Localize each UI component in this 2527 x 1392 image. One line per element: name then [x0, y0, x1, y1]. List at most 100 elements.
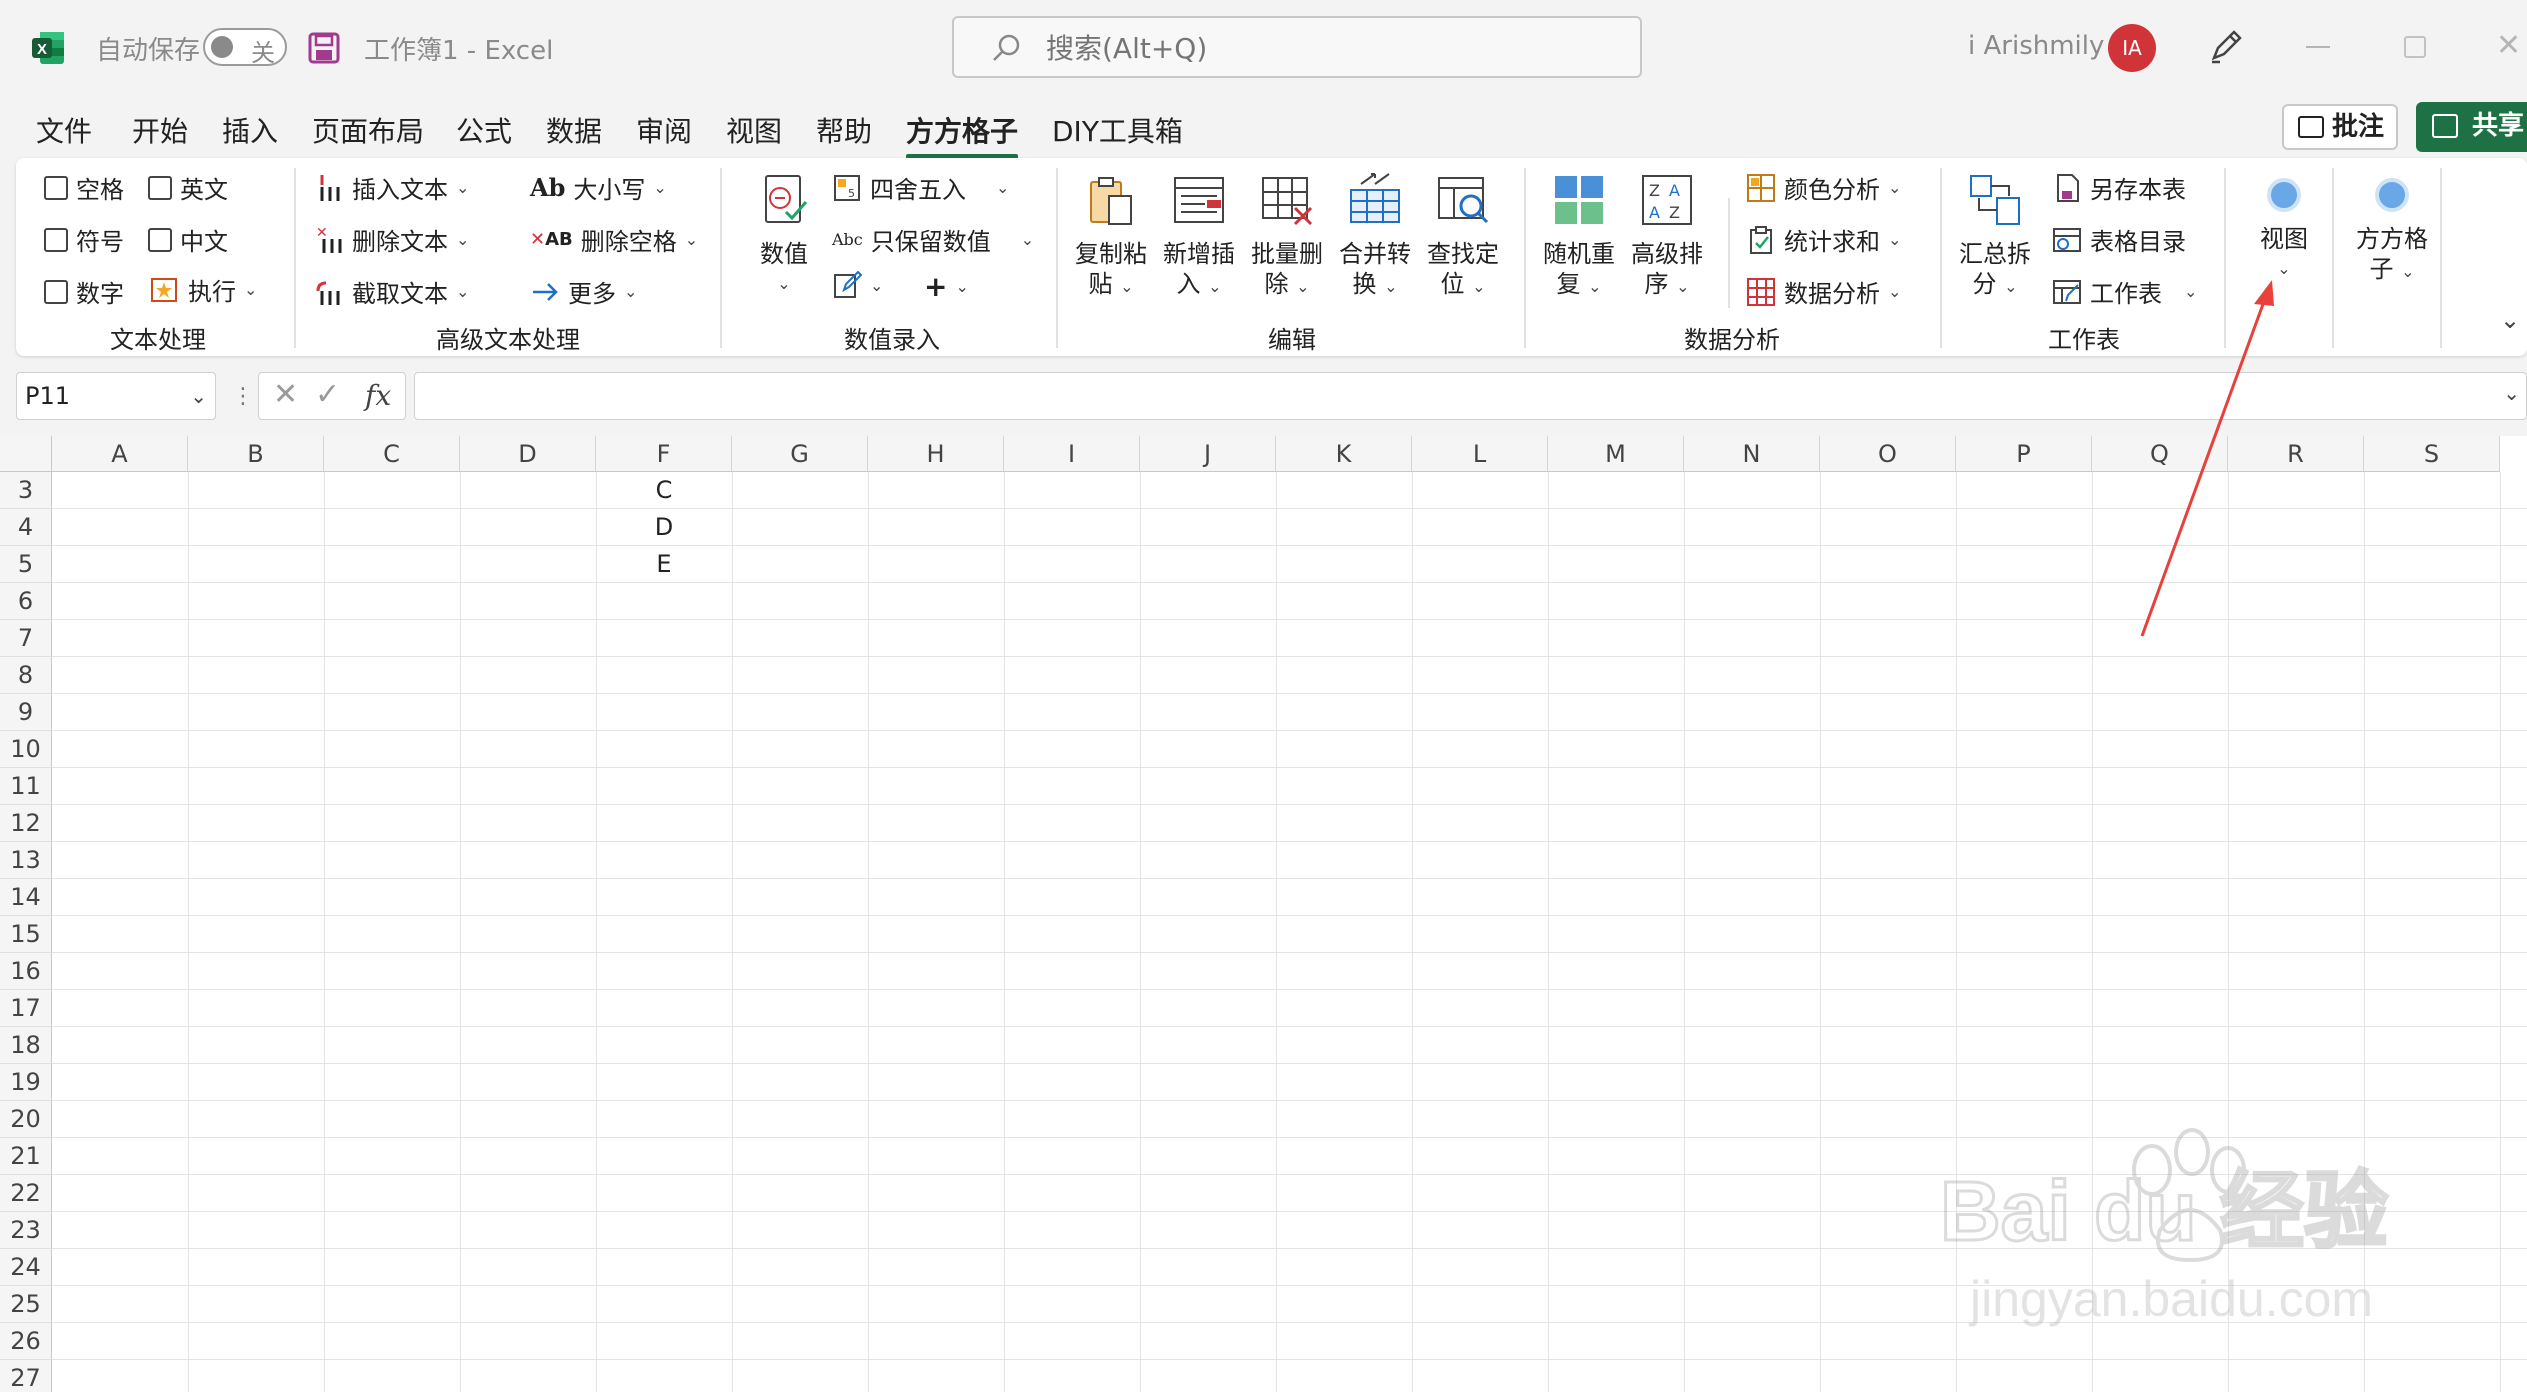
search-box[interactable] — [952, 16, 1642, 78]
tab-ffgz[interactable]: 方方格子 — [906, 110, 1019, 159]
user-name[interactable]: i Arishmily — [1968, 31, 2104, 61]
row-header[interactable]: 25 — [0, 1286, 52, 1323]
row-header[interactable]: 23 — [0, 1212, 52, 1249]
restore-icon[interactable] — [2404, 36, 2426, 58]
summary-split-button[interactable]: 汇总拆 分 ⌄ — [1954, 172, 2036, 302]
cell-F3[interactable]: C — [596, 472, 732, 509]
ffgz-dropdown-button[interactable]: 方方格 子 ⌄ — [2350, 178, 2434, 287]
tab-view[interactable]: 视图 — [726, 110, 782, 150]
pen-icon[interactable] — [2206, 26, 2246, 66]
column-header[interactable]: C — [324, 436, 460, 472]
checkbox-symbol[interactable]: 符号 — [44, 222, 124, 257]
expand-formula-icon[interactable]: ⌄ — [2503, 381, 2520, 405]
ribbon-collapse-icon[interactable]: ⌄ — [2500, 306, 2520, 334]
column-header[interactable]: O — [1820, 436, 1956, 472]
row-header[interactable]: 12 — [0, 805, 52, 842]
row-header[interactable]: 11 — [0, 768, 52, 805]
column-header[interactable]: I — [1004, 436, 1140, 472]
column-header[interactable]: Q — [2092, 436, 2228, 472]
view-dropdown-button[interactable]: 视图 ⌄ — [2242, 178, 2326, 284]
worksheet-button[interactable]: 工作表 ⌄ — [2052, 274, 2197, 309]
new-insert-button[interactable]: 新增插 入 ⌄ — [1158, 172, 1240, 302]
column-header[interactable]: S — [2364, 436, 2500, 472]
row-header[interactable]: 17 — [0, 990, 52, 1027]
add-button[interactable]: + ⌄ — [924, 270, 969, 303]
checkbox-box[interactable] — [44, 279, 68, 304]
row-header[interactable]: 24 — [0, 1249, 52, 1286]
checkbox-box[interactable] — [44, 227, 68, 252]
select-all-corner[interactable] — [0, 436, 52, 472]
row-header[interactable]: 7 — [0, 620, 52, 657]
find-locate-button[interactable]: 查找定 位 ⌄ — [1422, 172, 1504, 302]
stat-sum-button[interactable]: 统计求和 ⌄ — [1746, 222, 1901, 257]
tab-page-layout[interactable]: 页面布局 — [312, 110, 424, 150]
minimize-icon[interactable] — [2306, 46, 2330, 48]
row-header[interactable]: 3 — [0, 472, 52, 509]
row-header[interactable]: 8 — [0, 657, 52, 694]
checkbox-number[interactable]: 数字 — [44, 274, 124, 309]
close-icon[interactable]: ✕ — [2496, 28, 2521, 63]
checkbox-chinese[interactable]: 中文 — [148, 222, 228, 257]
checkbox-english[interactable]: 英文 — [148, 170, 228, 205]
cell-F4[interactable]: D — [596, 509, 732, 546]
row-header[interactable]: 19 — [0, 1064, 52, 1101]
column-header[interactable]: H — [868, 436, 1004, 472]
formula-input[interactable]: ⌄ — [414, 372, 2527, 420]
keep-value-button[interactable]: Abc 只保留数值 ⌄ — [832, 222, 1034, 257]
name-box[interactable]: P11 ⌄ — [16, 372, 216, 420]
search-input[interactable] — [1046, 28, 1606, 68]
color-analysis-button[interactable]: 颜色分析 ⌄ — [1746, 170, 1901, 205]
merge-convert-button[interactable]: 合并转 换 ⌄ — [1334, 172, 1416, 302]
column-header[interactable]: J — [1140, 436, 1276, 472]
delete-text-button[interactable]: ✕ 删除文本 ⌄ — [314, 222, 469, 257]
more-options-icon[interactable]: ⋮ — [232, 384, 254, 409]
row-header[interactable]: 5 — [0, 546, 52, 583]
column-header[interactable]: P — [1956, 436, 2092, 472]
share-button[interactable]: 共享 — [2416, 102, 2527, 152]
row-header[interactable]: 14 — [0, 879, 52, 916]
row-header[interactable]: 20 — [0, 1101, 52, 1138]
tab-file[interactable]: 文件 — [36, 110, 92, 150]
column-header[interactable]: R — [2228, 436, 2364, 472]
checkbox-box[interactable] — [44, 175, 68, 200]
column-header[interactable]: A — [52, 436, 188, 472]
round-button[interactable]: 5 四舍五入 ⌄ — [832, 170, 1009, 205]
tab-data[interactable]: 数据 — [546, 110, 602, 150]
column-header[interactable]: B — [188, 436, 324, 472]
execute-button[interactable]: 执行 ⌄ — [150, 272, 257, 307]
tab-formulas[interactable]: 公式 — [456, 110, 512, 150]
tab-insert[interactable]: 插入 — [222, 110, 278, 150]
edit-value-button[interactable]: ⌄ — [832, 270, 883, 300]
data-analysis-button[interactable]: 数据分析 ⌄ — [1746, 274, 1901, 309]
row-header[interactable]: 26 — [0, 1323, 52, 1360]
row-header[interactable]: 4 — [0, 509, 52, 546]
row-header[interactable]: 6 — [0, 583, 52, 620]
column-header[interactable]: K — [1276, 436, 1412, 472]
more-button[interactable]: 更多 ⌄ — [530, 274, 637, 309]
copy-paste-button[interactable]: 复制粘 贴 ⌄ — [1070, 172, 1152, 302]
value-button[interactable]: 数值 ⌄ — [744, 172, 824, 299]
cancel-icon[interactable]: ✕ — [273, 377, 298, 412]
comments-button[interactable]: 批注 — [2282, 104, 2398, 150]
checkbox-box[interactable] — [148, 175, 172, 200]
random-repeat-button[interactable]: 随机重 复 ⌄ — [1538, 172, 1620, 302]
row-header[interactable]: 13 — [0, 842, 52, 879]
chevron-down-icon[interactable]: ⌄ — [190, 373, 207, 419]
tab-review[interactable]: 审阅 — [636, 110, 692, 150]
batch-delete-button[interactable]: 批量删 除 ⌄ — [1246, 172, 1328, 302]
insert-function-icon[interactable]: fx — [365, 379, 391, 412]
save-sheet-as-button[interactable]: 另存本表 — [2052, 170, 2186, 205]
row-header[interactable]: 15 — [0, 916, 52, 953]
advanced-sort-button[interactable]: ZAAZ 高级排 序 ⌄ — [1626, 172, 1708, 302]
insert-text-button[interactable]: 插入文本 ⌄ — [314, 170, 469, 205]
row-header[interactable]: 21 — [0, 1138, 52, 1175]
row-header[interactable]: 10 — [0, 731, 52, 768]
checkbox-box[interactable] — [148, 227, 172, 252]
checkbox-space[interactable]: 空格 — [44, 170, 124, 205]
column-header[interactable]: M — [1548, 436, 1684, 472]
case-button[interactable]: Ab 大小写 ⌄ — [530, 170, 667, 205]
avatar[interactable]: IA — [2108, 24, 2156, 72]
save-icon[interactable] — [308, 32, 340, 64]
autosave-toggle[interactable]: 关 — [203, 28, 287, 67]
extract-text-button[interactable]: 截取文本 ⌄ — [314, 274, 469, 309]
